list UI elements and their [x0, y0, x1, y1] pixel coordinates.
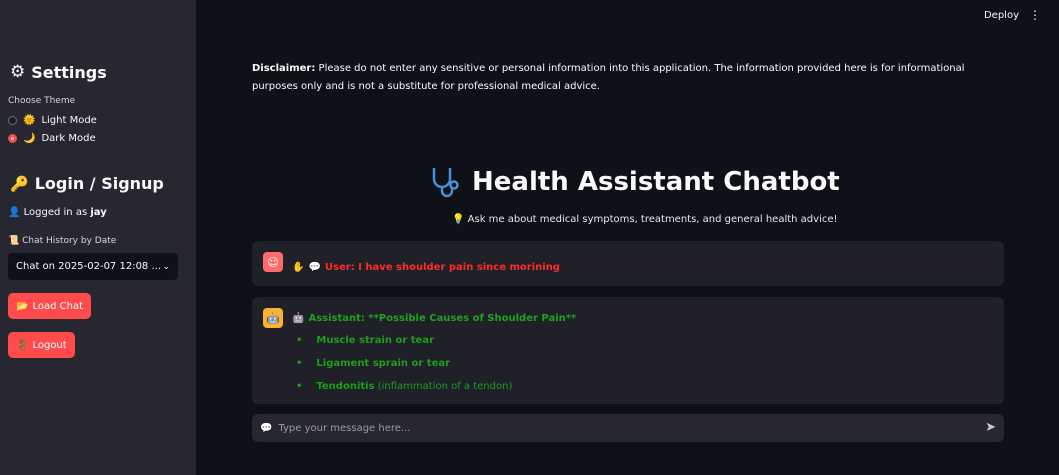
- disclaimer: Disclaimer: Please do not enter any sens…: [252, 63, 965, 92]
- history-label: 📜 Chat History by Date: [8, 236, 117, 246]
- settings-heading: ⚙ Settings: [10, 62, 107, 82]
- list-item: • Tendonitis (inflammation of a tendon): [296, 381, 513, 392]
- folder-icon: 📂: [16, 300, 29, 312]
- chevron-down-icon: ⌄: [162, 261, 170, 272]
- chat-input[interactable]: 💬 Type your message here... ➤: [252, 414, 1004, 442]
- user-message-text: User: I have shoulder pain since morinin…: [324, 262, 560, 273]
- deploy-button[interactable]: Deploy: [984, 10, 1019, 21]
- lightbulb-icon: 💡: [452, 214, 465, 225]
- logout-button[interactable]: 🚪 Logout: [8, 332, 75, 358]
- scroll-icon: 📜: [8, 236, 20, 246]
- page-subtitle: 💡 Ask me about medical symptoms, treatme…: [452, 214, 838, 225]
- list-item: • Ligament sprain or tear: [296, 358, 451, 369]
- theme-option-dark[interactable]: 🌙 Dark Mode: [8, 133, 96, 144]
- robot-icon: 🤖: [292, 313, 305, 324]
- main-area: Deploy ⋮ Disclaimer: Please do not enter…: [196, 0, 1059, 475]
- chat-bubble-icon: 💬: [260, 422, 273, 434]
- list-item: • Muscle strain or tear: [296, 335, 435, 346]
- more-menu-icon[interactable]: ⋮: [1029, 8, 1041, 22]
- sidebar: ⚙ Settings Choose Theme 🌞 Light Mode 🌙 D…: [0, 0, 196, 475]
- login-heading: 🔑 Login / Signup: [10, 174, 164, 193]
- assistant-message: 🤖 🤖 Assistant: **Possible Causes of Shou…: [252, 297, 1004, 404]
- assistant-message-text: Assistant: **Possible Causes of Shoulder…: [308, 313, 577, 324]
- theme-option-light[interactable]: 🌞 Light Mode: [8, 115, 97, 126]
- chat-input-placeholder: Type your message here...: [278, 422, 411, 434]
- load-chat-button[interactable]: 📂 Load Chat: [8, 293, 91, 319]
- hand-icon: ✋: [292, 262, 305, 273]
- assistant-avatar-icon: 🤖: [263, 308, 283, 328]
- username: jay: [90, 207, 107, 218]
- speech-bubble-icon: 💬: [308, 262, 321, 273]
- chat-history-select[interactable]: Chat on 2025-02-07 12:08 ... ⌄: [8, 253, 178, 280]
- logged-in-status: 👤 Logged in as jay: [8, 207, 107, 218]
- page-title: Health Assistant Chatbot: [428, 165, 840, 199]
- user-avatar-icon: ☺: [263, 252, 283, 272]
- radio-light[interactable]: [8, 116, 17, 125]
- door-icon: 🚪: [16, 339, 29, 351]
- send-icon[interactable]: ➤: [985, 420, 996, 435]
- moon-icon: 🌙: [23, 133, 36, 144]
- theme-label: Choose Theme: [8, 96, 76, 106]
- user-message: ☺ ✋ 💬 User: I have shoulder pain since m…: [252, 241, 1004, 286]
- stethoscope-icon: [432, 168, 459, 198]
- key-icon: 🔑: [10, 174, 29, 193]
- radio-dark[interactable]: [8, 134, 17, 143]
- gear-icon: ⚙: [10, 62, 26, 82]
- sun-icon: 🌞: [23, 115, 36, 126]
- user-icon: 👤: [8, 207, 21, 218]
